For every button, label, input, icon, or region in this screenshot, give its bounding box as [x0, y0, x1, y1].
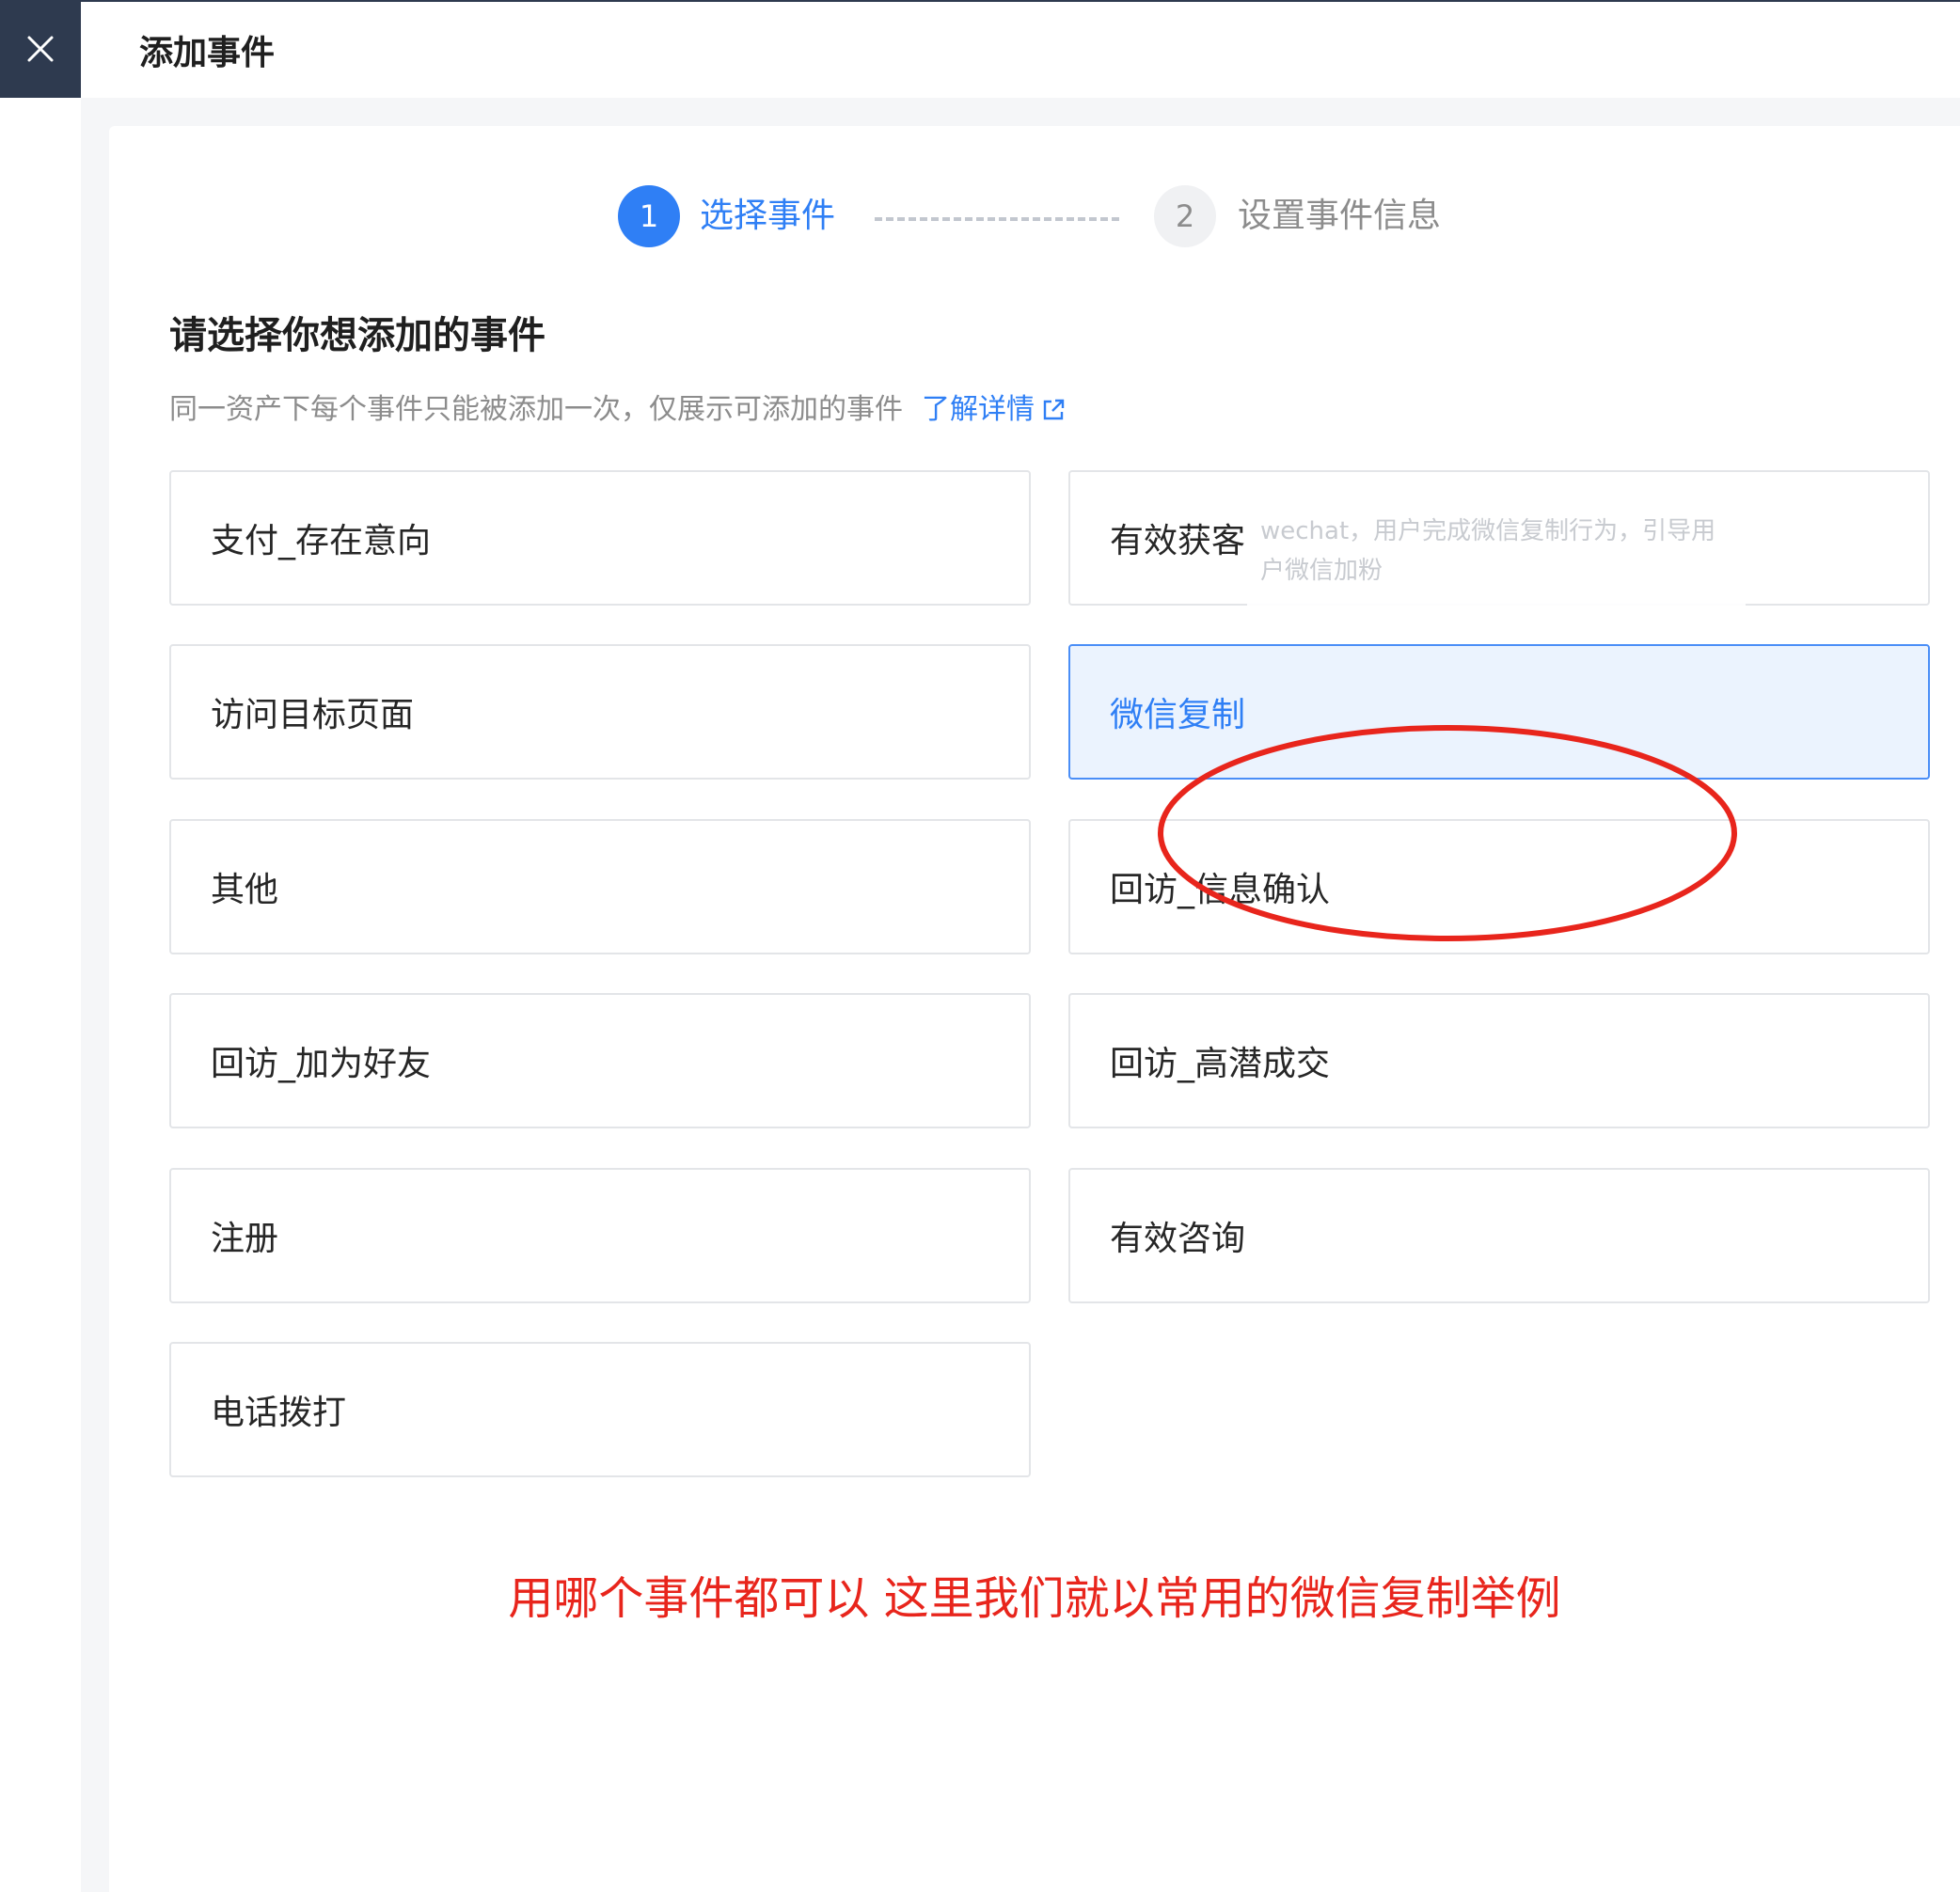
event-card-label: 访问目标页面	[211, 696, 415, 734]
step-2-label: 设置事件信息	[1238, 197, 1442, 235]
annotation-note: 用哪个事件都可以 这里我们就以常用的微信复制举例	[508, 1572, 1561, 1625]
event-card[interactable]: 有效咨询	[1068, 1168, 1930, 1303]
page-title: 添加事件	[139, 34, 276, 72]
event-card-label: 有效获客	[1110, 522, 1246, 560]
event-card-label: 支付_存在意向	[211, 522, 432, 560]
close-button[interactable]	[0, 0, 81, 98]
section-description-text: 同一资产下每个事件只能被添加一次，仅展示可添加的事件	[169, 393, 903, 426]
stepper: 1 选择事件 2 设置事件信息	[109, 126, 1960, 247]
event-card-label: 回访_加为好友	[211, 1045, 432, 1083]
annotation-ellipse	[1158, 725, 1737, 941]
external-link-icon	[1043, 399, 1065, 420]
learn-more-label: 了解详情	[922, 393, 1035, 426]
event-card[interactable]: 支付_存在意向	[169, 470, 1031, 606]
event-card-label: 其他	[211, 871, 279, 909]
section-description: 同一资产下每个事件只能被添加一次，仅展示可添加的事件 了解详情	[169, 391, 1067, 429]
event-card[interactable]: 回访_加为好友	[169, 993, 1031, 1128]
section-title: 请选择你想添加的事件	[169, 314, 545, 357]
event-card[interactable]: 其他	[169, 819, 1031, 954]
event-card-label: 电话拨打	[211, 1394, 347, 1432]
step-1-label: 选择事件	[700, 197, 836, 235]
left-gutter	[0, 98, 81, 1892]
event-card-label: 注册	[211, 1220, 279, 1258]
step-2-number: 2	[1154, 185, 1216, 247]
learn-more-link[interactable]: 了解详情	[922, 391, 1067, 429]
event-card[interactable]: 电话拨打	[169, 1342, 1031, 1477]
event-card[interactable]: 注册	[169, 1168, 1031, 1303]
event-card-label: 回访_高潜成交	[1110, 1045, 1331, 1083]
event-card-label: 有效咨询	[1110, 1220, 1246, 1258]
step-1-number: 1	[618, 185, 680, 247]
step-connector	[875, 217, 1119, 221]
event-card[interactable]: 访问目标页面	[169, 644, 1031, 780]
event-card[interactable]: 回访_高潜成交	[1068, 993, 1930, 1128]
drawer-header: 添加事件	[81, 0, 1960, 98]
event-tooltip: wechat，用户完成微信复制行为，引导用户微信加粉	[1247, 502, 1746, 624]
close-icon	[27, 36, 54, 62]
content-panel: 1 选择事件 2 设置事件信息 请选择你想添加的事件 同一资产下每个事件只能被添…	[109, 126, 1960, 1892]
